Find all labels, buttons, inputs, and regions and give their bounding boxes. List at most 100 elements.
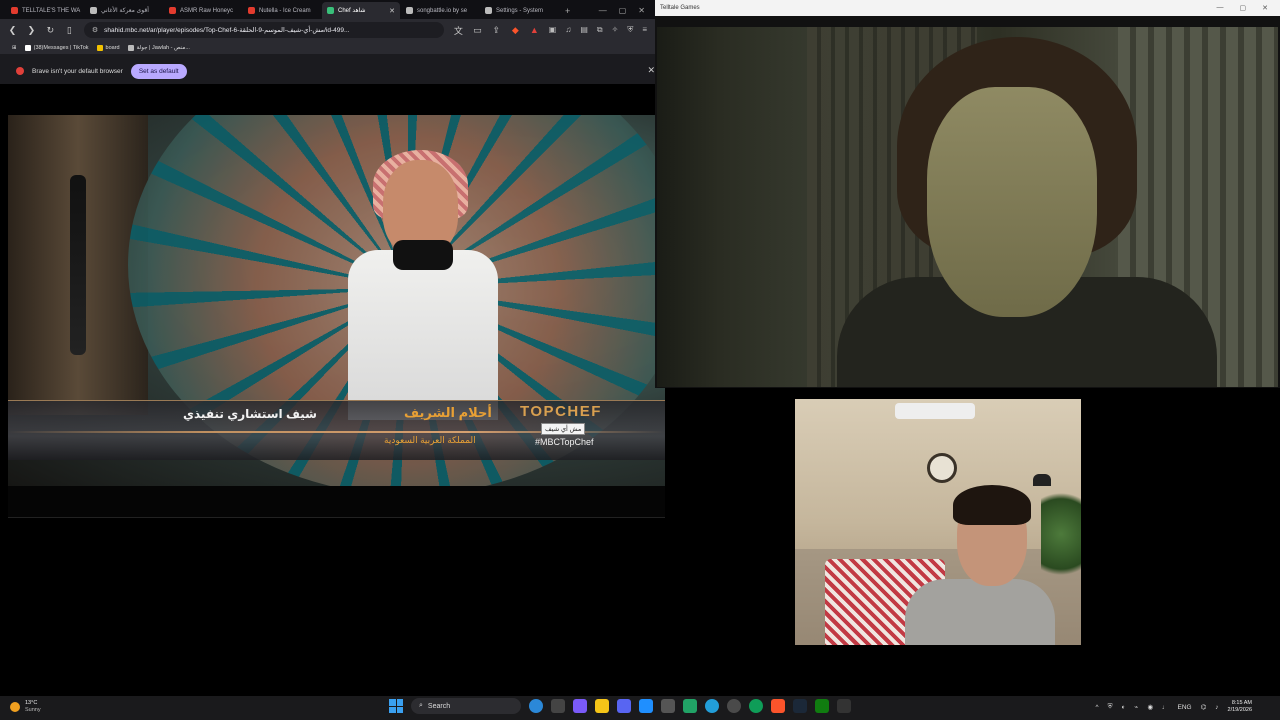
- maximize-icon[interactable]: ▢: [1240, 4, 1247, 12]
- bookmark-board[interactable]: board: [96, 44, 120, 51]
- tab-songbattle[interactable]: songbattle.io by se: [401, 2, 479, 19]
- network-icon[interactable]: ⌬: [1201, 703, 1207, 711]
- video-player[interactable]: شيف استشاري تنفيذي أحلام الشريف المملكة …: [8, 115, 665, 486]
- chef-name-text: أحلام الشريف: [404, 405, 492, 420]
- xbox-icon[interactable]: [815, 699, 829, 713]
- plant: [1041, 479, 1081, 589]
- bookmark-icon[interactable]: ▯: [65, 25, 74, 36]
- search-icon: ⌕: [419, 702, 423, 709]
- set-as-default-button[interactable]: Set as default: [130, 63, 187, 79]
- system-tray: ^ ⛨ ◐ ⌁ ◉ ♩ ENG ⌬ ♪ 8:15 AM 2/19/2026: [1096, 700, 1252, 714]
- streamer-hair: [953, 485, 1031, 525]
- copilot-icon[interactable]: [573, 699, 587, 713]
- infobar-message: Brave isn't your default browser: [32, 67, 123, 75]
- streamer-body: [905, 579, 1055, 645]
- site-info-icon[interactable]: ⚙: [92, 26, 98, 34]
- tab-asmr[interactable]: ASMR Raw Honeyc: [164, 2, 242, 19]
- edge-icon[interactable]: [529, 699, 543, 713]
- start-button[interactable]: [389, 699, 403, 713]
- share-icon[interactable]: ⇪: [492, 25, 501, 36]
- language-indicator[interactable]: ENG: [1178, 704, 1192, 711]
- chrome-icon[interactable]: [749, 699, 763, 713]
- shahid-favicon: [327, 7, 334, 14]
- address-bar[interactable]: ⚙ shahid.mbc.net/ar/player/episodes/Top-…: [83, 22, 444, 38]
- mail-icon[interactable]: [551, 699, 565, 713]
- notes-icon[interactable]: [639, 699, 653, 713]
- brave-shields-icon[interactable]: ◆: [511, 25, 520, 36]
- back-icon[interactable]: ❮: [8, 25, 17, 36]
- menu-icon[interactable]: ≡: [642, 25, 647, 35]
- game-window-title: Telltale Games: [660, 5, 700, 11]
- minimize-icon[interactable]: —: [1217, 4, 1224, 12]
- new-tab-button[interactable]: +: [559, 2, 576, 19]
- close-infobar-icon[interactable]: ✕: [647, 65, 655, 76]
- tab-settings[interactable]: Settings - System: [480, 2, 558, 19]
- webcam-overlay: [795, 399, 1081, 645]
- excel-icon[interactable]: [683, 699, 697, 713]
- cast-icon[interactable]: ▭: [473, 25, 482, 36]
- taskbar-search[interactable]: ⌕ Search: [411, 698, 521, 714]
- wallet-icon[interactable]: ▣: [549, 25, 557, 35]
- steam-icon[interactable]: [793, 699, 807, 713]
- extensions-icon[interactable]: ⧉: [597, 25, 603, 35]
- vpn-tray-icon[interactable]: ⛨: [1108, 703, 1113, 711]
- toolbar-icons: ▣ ♫ ▤ ⧉ ✧ ⛨ ≡: [549, 25, 647, 35]
- translate-icon[interactable]: 文: [454, 24, 463, 37]
- brave-rewards-icon[interactable]: ▲: [530, 25, 539, 35]
- brave-logo-icon: [16, 67, 24, 75]
- video-knife-decor: [70, 175, 86, 355]
- default-browser-infobar: Brave isn't your default browser Set as …: [0, 59, 655, 83]
- lower-third-banner: شيف استشاري تنفيذي أحلام الشريف المملكة …: [8, 400, 665, 460]
- wall-clock: [927, 453, 957, 483]
- forward-icon[interactable]: ❯: [27, 25, 36, 36]
- file-explorer-icon[interactable]: [595, 699, 609, 713]
- game-character-face: [927, 87, 1097, 317]
- taskbar-apps: ⌕ Search: [389, 698, 851, 714]
- game-window-controls: — ▢ ✕: [1217, 4, 1280, 12]
- taskbar: 13°C Sunny ⌕ Search ^ ⛨ ◐ ⌁ ◉ ♩ ENG ⌬ ♪ …: [0, 696, 1280, 720]
- media-icon[interactable]: ♫: [565, 25, 571, 35]
- chevron-up-icon[interactable]: ^: [1096, 704, 1099, 711]
- reload-icon[interactable]: ↻: [46, 25, 55, 36]
- discord-icon[interactable]: [617, 699, 631, 713]
- telegram-icon[interactable]: [705, 699, 719, 713]
- tiktok-icon: [24, 44, 31, 51]
- tab-song-battle[interactable]: أقوى معركة الأغاني: [85, 2, 163, 19]
- tab-shahid-active[interactable]: Chef شاهد ✕: [322, 2, 400, 19]
- game-app-icon[interactable]: [837, 699, 851, 713]
- site-icon: [127, 44, 134, 51]
- top-chef-logo: TOPCHEF: [520, 403, 602, 420]
- video-controls-area[interactable]: [8, 486, 665, 518]
- audio-tray-icon[interactable]: ◐: [1121, 704, 1125, 711]
- bookmark-jawlah[interactable]: جولة | Jawlah - منص...: [127, 44, 190, 51]
- gear-icon: [485, 7, 492, 14]
- tab-nutella[interactable]: Nutella - Ice Cream: [243, 2, 321, 19]
- obs-icon[interactable]: [727, 699, 741, 713]
- mic-icon[interactable]: ♩: [1162, 704, 1169, 711]
- search-label: Search: [427, 702, 451, 710]
- close-window-icon[interactable]: ✕: [638, 6, 645, 15]
- close-window-icon[interactable]: ✕: [1262, 4, 1268, 12]
- sun-icon: [10, 701, 20, 712]
- game-titlebar: Telltale Games — ▢ ✕: [655, 0, 1280, 16]
- bookmark-tiktok[interactable]: (38)Messages | TikTok: [24, 44, 89, 51]
- leo-icon[interactable]: ✧: [612, 25, 619, 35]
- lamp: [1033, 474, 1051, 486]
- usb-icon[interactable]: ⌁: [1134, 703, 1138, 711]
- tab-telltale[interactable]: TELLTALE'S THE WA: [6, 2, 84, 19]
- sidebar-icon[interactable]: ▤: [580, 25, 588, 35]
- clock[interactable]: 8:15 AM 2/19/2026: [1228, 700, 1252, 714]
- weather-widget[interactable]: 13°C Sunny: [10, 700, 41, 713]
- capcut-icon[interactable]: [661, 699, 675, 713]
- vpn-icon[interactable]: ⛨: [627, 25, 633, 35]
- youtube-favicon: [11, 7, 18, 14]
- site-favicon: [90, 7, 97, 14]
- close-tab-icon[interactable]: ✕: [389, 7, 395, 15]
- maximize-icon[interactable]: ▢: [619, 6, 627, 15]
- volume-icon[interactable]: ♪: [1215, 704, 1218, 711]
- brave-icon[interactable]: [771, 699, 785, 713]
- game-viewport[interactable]: [657, 27, 1278, 387]
- minimize-icon[interactable]: —: [599, 6, 607, 15]
- steam-tray-icon[interactable]: ◉: [1147, 703, 1153, 711]
- apps-grid-icon[interactable]: ⊞: [12, 45, 17, 51]
